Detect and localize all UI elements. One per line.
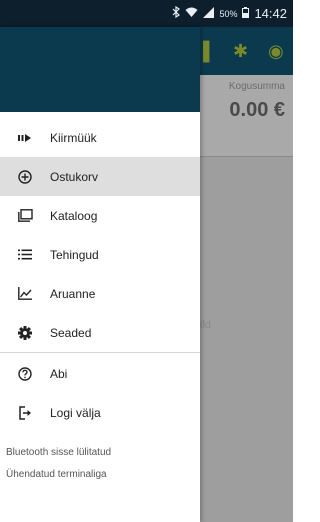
menu-item-logi-valja[interactable]: Logi välja <box>0 393 200 432</box>
menu-item-aruanne[interactable]: Aruanne <box>0 274 200 313</box>
menu-item-tehingud[interactable]: Tehingud <box>0 235 200 274</box>
total-panel: Kogusumma 0.00 € <box>200 75 293 157</box>
menu-item-label: Kataloog <box>50 208 98 223</box>
bluetooth-status: Bluetooth sisse lülitatud <box>6 447 112 458</box>
gear-icon <box>0 325 50 340</box>
menu-item-label: Kiirmüük <box>50 130 97 145</box>
menu-item-kataloog[interactable]: Kataloog <box>0 196 200 235</box>
empty-hint: ild <box>200 319 212 331</box>
menu-item-seaded[interactable]: Seaded <box>0 313 200 352</box>
menu-item-kiirmuuk[interactable]: Kiirmüük <box>0 118 200 157</box>
menu-item-label: Seaded <box>50 325 92 340</box>
help-icon <box>0 366 50 381</box>
navigation-drawer: Kiirmüük Ostukorv Kataloog Tehingud Arua… <box>0 27 200 522</box>
signal-icon <box>203 6 215 21</box>
chart-icon <box>0 287 50 300</box>
battery-percent: 50% <box>219 8 238 19</box>
total-value: 0.00 € <box>229 99 285 121</box>
quick-sale-icon <box>0 133 50 143</box>
wifi-icon <box>185 7 198 21</box>
battery-icon <box>242 6 250 21</box>
connection-status: Bluetooth sisse lülitatud Ühendatud term… <box>0 432 200 486</box>
bluetooth-toolbar-icon[interactable]: ✱ <box>233 41 248 62</box>
menu-item-label: Aruanne <box>50 286 96 301</box>
divider-icon: ▌ <box>203 41 216 61</box>
status-bar: 50% 14:42 <box>0 0 293 27</box>
menu-item-abi[interactable]: Abi <box>0 354 200 393</box>
list-icon <box>0 249 50 260</box>
logout-icon <box>0 405 50 420</box>
menu-item-ostukorv[interactable]: Ostukorv <box>0 157 200 196</box>
menu-item-label: Logi välja <box>50 405 101 420</box>
primary-menu: Kiirmüük Ostukorv Kataloog Tehingud Arua… <box>0 112 200 352</box>
connection-icon[interactable]: ◉ <box>268 41 284 62</box>
terminal-status: Ühendatud terminaliga <box>6 469 107 480</box>
secondary-menu: Abi Logi välja <box>0 353 200 432</box>
status-icons: 50% 14:42 <box>172 5 287 21</box>
menu-item-label: Abi <box>50 366 68 381</box>
catalog-icon <box>0 209 50 222</box>
menu-item-label: Ostukorv <box>50 169 99 184</box>
menu-item-label: Tehingud <box>50 247 99 262</box>
clock: 14:42 <box>254 6 287 21</box>
add-circle-icon <box>0 169 50 184</box>
drawer-header <box>0 27 200 112</box>
bluetooth-icon <box>172 5 181 21</box>
total-label: Kogusumma <box>228 81 285 92</box>
